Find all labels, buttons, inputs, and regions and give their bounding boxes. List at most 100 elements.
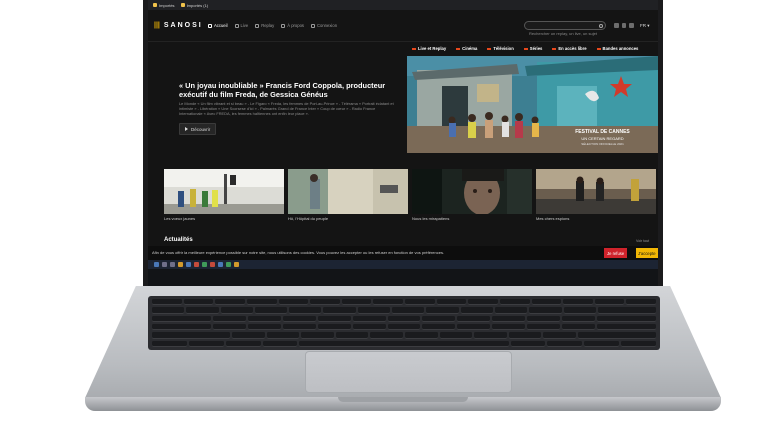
main-nav: Accueil Live Replay À propos Connexion [208,23,337,28]
festival-line-3: SÉLECTION OFFICIELLE 2021 [581,142,624,146]
thumbnail-card[interactable]: Mes chers espions [536,169,656,221]
play-icon [185,127,188,131]
see-all-link[interactable]: Voir tout [636,239,649,243]
section-title: Actualités [164,237,193,243]
app-icon[interactable] [202,262,207,267]
file-explorer-icon[interactable] [178,262,183,267]
app-icon[interactable] [226,262,231,267]
logo-text: SANOSI [163,22,203,29]
category-marker-icon [596,47,601,50]
cookie-banner: Afin de vous offrir la meilleure expérie… [148,246,658,260]
logo-bars: ||| [154,22,160,29]
bookmark-folder[interactable]: Importés (1) [180,2,209,8]
nav-item-accueil[interactable]: Accueil [208,23,228,28]
bookmark-folder[interactable]: Importés [153,3,175,8]
thumbnail-image [536,169,656,214]
nav-item-replay[interactable]: Replay [255,23,274,28]
thumbnail-caption: Hô, l'Hôpital du peuple [288,216,329,221]
bookmark-label: Importés [159,2,175,8]
laptop-opening-notch [338,397,468,402]
search-icon[interactable] [599,23,603,28]
hero-image[interactable]: FESTIVAL DE CANNES UN CERTAIN REGARD SÉL… [407,56,658,153]
nav-label: Replay [261,23,275,28]
category-item[interactable]: En accès libre [552,46,587,51]
live-icon [234,23,239,28]
thumbnail-card[interactable]: Hô, l'Hôpital du peuple [288,169,408,221]
site-logo[interactable]: ||| SANOSI [154,22,203,29]
category-label: Séries [529,46,543,51]
search-box [524,21,606,37]
language-select[interactable]: FR ▾ [640,23,650,29]
home-icon [208,23,212,28]
nav-item-connexion[interactable]: Connexion [311,23,337,28]
discover-button[interactable]: Découvrir [179,123,217,135]
hero-title[interactable]: « Un joyau inoubliable » Francis Ford Co… [179,81,399,99]
thumbnail-image [164,169,284,214]
category-item[interactable]: Télévision [487,46,514,51]
thumbnail-card[interactable]: Nous les mirapatiens [412,169,532,221]
app-icon[interactable] [210,262,215,267]
task-view-icon[interactable] [170,262,175,267]
category-item[interactable]: Cinéma [456,46,477,51]
laptop-photo: Importés Importés (1) ||| SANOSI Accueil [0,0,765,430]
nav-label: Live [240,23,249,28]
category-marker-icon [412,47,416,50]
thumbnail-image [288,169,408,214]
app-icon[interactable] [234,262,239,267]
refuse-cookies-button[interactable]: Je refuse [604,248,628,258]
thumbnail-caption: Nous les mirapatiens [412,216,450,221]
thumbnail-caption: Mes chers espions [536,216,570,221]
screen-bezel-bottom [148,269,658,286]
discover-label: Découvrir [191,126,211,132]
site-header: ||| SANOSI Accueil Live Replay À propos … [148,10,658,42]
category-label: Télévision [493,46,514,51]
laptop-trackpad [305,351,512,393]
user-icon [311,23,315,28]
twitter-icon[interactable] [621,23,626,28]
folder-icon [180,3,185,7]
thumbnail-card[interactable]: Les voeux jaunes [164,169,284,221]
category-item[interactable]: Live et Replay [412,46,446,51]
thumbnail-image [412,169,532,214]
nav-item-a-propos[interactable]: À propos [281,23,304,28]
nav-label: Accueil [214,23,228,28]
category-label: En accès libre [558,46,587,51]
category-label: Bandes annonces [602,46,639,51]
cookie-text: Afin de vous offrir la meilleure expérie… [152,250,445,255]
accept-cookies-button[interactable]: J'accepte [636,248,658,258]
laptop-screen: Importés Importés (1) ||| SANOSI Accueil [148,0,658,286]
os-taskbar [148,260,658,269]
search-input[interactable] [529,30,601,37]
hero-description: Le Monde « Un film vibrant et si beau » … [179,101,394,116]
app-icon[interactable] [218,262,223,267]
app-icon[interactable] [194,262,199,267]
thumbnail-caption: Les voeux jaunes [164,216,196,221]
category-item[interactable]: Bandes annonces [596,46,639,51]
social-links [614,23,634,28]
category-marker-icon [552,47,557,50]
festival-line-1: FESTIVAL DE CANNES [575,129,630,135]
replay-icon [255,23,260,28]
festival-line-2: UN CERTAIN REGARD [581,136,624,141]
category-marker-icon [523,47,528,50]
laptop-keyboard [148,296,660,350]
bookmarks-bar: Importés Importés (1) [148,0,658,10]
search-icon[interactable] [162,262,167,267]
category-label: Cinéma [462,46,478,51]
browser-icon[interactable] [186,262,191,267]
instagram-icon[interactable] [629,23,634,28]
nav-item-live[interactable]: Live [234,23,249,28]
category-label: Live et Replay [418,46,447,51]
category-marker-icon [456,47,461,50]
info-icon [281,23,286,28]
nav-label: Connexion [317,23,338,28]
bookmark-label: Importés (1) [186,2,209,8]
thumbnail-row: Les voeux jaunes Hô, l'Hôpital du peuple [164,169,656,221]
facebook-icon[interactable] [614,23,619,28]
category-item[interactable]: Séries [523,46,543,51]
windows-start-icon[interactable] [154,262,159,267]
category-marker-icon [487,47,492,50]
category-bar: Live et Replay Cinéma Télévision Séries … [412,46,638,51]
folder-icon [153,3,157,7]
nav-label: À propos [287,23,304,28]
